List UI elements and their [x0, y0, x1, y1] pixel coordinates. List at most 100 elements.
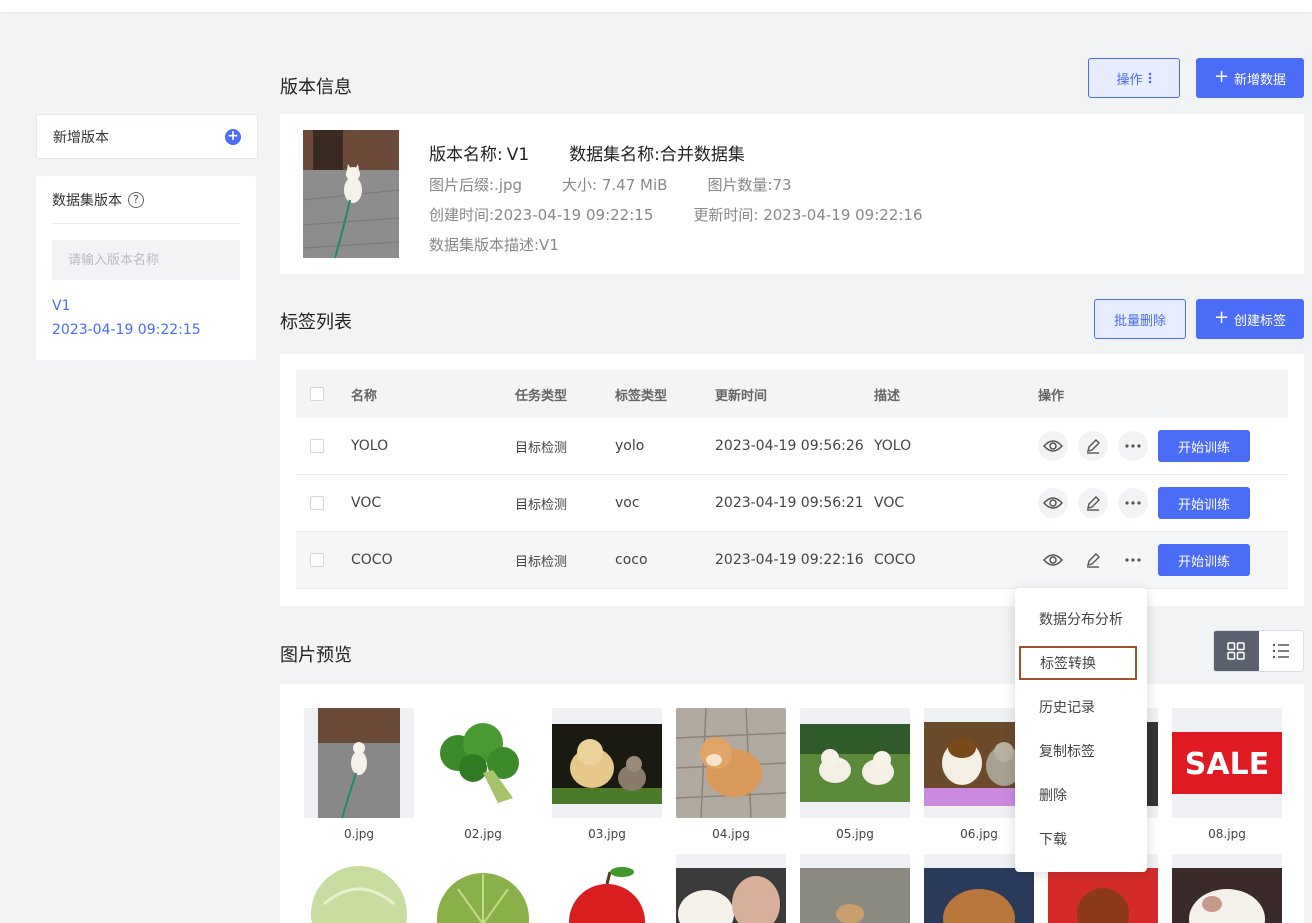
view-mode-toggle — [1213, 630, 1304, 672]
gallery-thumbnail — [800, 708, 910, 818]
version-info-title: 版本信息 — [280, 77, 352, 98]
create-label-button[interactable]: + 创建标签 — [1196, 299, 1304, 339]
gallery-filename: 0.jpg — [343, 827, 375, 841]
gallery-filename: 05.jpg — [836, 827, 874, 841]
dataset-version-panel: 数据集版本 ? V1 2023-04-19 09:22:15 — [36, 176, 256, 360]
dataset-size: 大小: 7.47 MiB — [562, 176, 668, 194]
gallery-item[interactable] — [428, 854, 538, 923]
menu-item-copy-label[interactable]: 复制标签 — [1015, 729, 1147, 773]
version-cover-image — [303, 130, 399, 258]
row-name: COCO — [351, 552, 393, 568]
col-actions: 操作 — [1038, 388, 1065, 404]
plus-icon: + — [1213, 66, 1230, 87]
list-view-icon[interactable] — [1259, 631, 1304, 671]
gallery-item[interactable]: 04.jpg — [676, 708, 786, 841]
actions-button[interactable]: 操作 — [1088, 58, 1180, 98]
gallery-filename: 02.jpg — [464, 827, 502, 841]
row-label-type: voc — [615, 495, 640, 511]
table-header: 名称 任务类型 标签类型 更新时间 描述 操作 — [296, 370, 1288, 418]
plus-icon: + — [1213, 307, 1230, 328]
gallery-thumbnail — [428, 708, 538, 818]
create-label-label: 创建标签 — [1234, 313, 1287, 329]
start-training-button[interactable]: 开始训练 — [1158, 544, 1250, 576]
gallery-thumbnail: SALE — [1172, 708, 1282, 818]
edit-pencil-icon[interactable] — [1078, 431, 1108, 461]
version-title-line: 版本名称: V1 数据集名称:合并数据集 — [429, 140, 745, 165]
gallery-thumbnail — [1172, 854, 1282, 923]
image-preview-title: 图片预览 — [280, 645, 352, 666]
menu-item-download[interactable]: 下载 — [1015, 817, 1147, 861]
svg-text:SALE: SALE — [1185, 747, 1269, 782]
row-updated: 2023-04-19 09:56:26 — [715, 438, 864, 454]
grid-view-icon[interactable] — [1214, 631, 1259, 671]
col-description: 描述 — [874, 388, 901, 404]
row-task-type: 目标检测 — [515, 440, 568, 456]
dataset-name-field: 数据集名称:合并数据集 — [569, 145, 745, 165]
batch-delete-label: 批量删除 — [1113, 313, 1166, 329]
version-meta-line-3: 数据集版本描述:V1 — [429, 234, 559, 255]
view-eye-icon[interactable] — [1038, 431, 1068, 461]
row-name: YOLO — [351, 438, 389, 454]
label-list-title: 标签列表 — [280, 312, 352, 333]
row-name: VOC — [351, 495, 382, 511]
top-bar — [0, 0, 1312, 12]
view-eye-icon[interactable] — [1038, 488, 1068, 518]
select-all-checkbox[interactable] — [310, 387, 324, 401]
actions-label: 操作 — [1116, 72, 1143, 88]
gallery-item[interactable]: SALE 08.jpg — [1172, 708, 1282, 841]
plus-circle-icon: + — [225, 128, 241, 145]
view-eye-icon[interactable] — [1038, 545, 1068, 575]
gallery-item[interactable]: 05.jpg — [800, 708, 910, 841]
gallery-thumbnail — [676, 708, 786, 818]
gallery-item[interactable] — [800, 854, 910, 923]
gallery-item[interactable] — [552, 854, 662, 923]
batch-delete-button[interactable]: 批量删除 — [1094, 299, 1186, 339]
version-info-card: 版本名称: V1 数据集名称:合并数据集 图片后缀:.jpg 大小: 7.47 M… — [280, 114, 1304, 274]
start-training-button[interactable]: 开始训练 — [1158, 487, 1250, 519]
menu-item-history[interactable]: 历史记录 — [1015, 685, 1147, 729]
edit-pencil-icon[interactable] — [1078, 488, 1108, 518]
image-suffix: 图片后缀:.jpg — [429, 176, 523, 194]
add-data-button[interactable]: + 新增数据 — [1196, 58, 1304, 98]
gallery-filename: 03.jpg — [588, 827, 626, 841]
menu-item-label-conversion[interactable]: 标签转换 — [1019, 646, 1137, 680]
label-table: 名称 任务类型 标签类型 更新时间 描述 操作 YOLO 目标检测 yolo 2… — [280, 354, 1304, 606]
more-horizontal-icon[interactable] — [1118, 431, 1148, 461]
add-version-button[interactable]: 新增版本 + — [36, 114, 258, 159]
col-task-type: 任务类型 — [515, 388, 568, 404]
add-version-label: 新增版本 — [53, 129, 109, 146]
row-updated: 2023-04-19 09:56:21 — [715, 495, 864, 511]
table-row: COCO 目标检测 coco 2023-04-19 09:22:16 COCO … — [296, 532, 1288, 589]
row-checkbox[interactable] — [310, 439, 324, 453]
gallery-thumbnail — [800, 854, 910, 923]
vertical-dots-icon — [1148, 72, 1151, 84]
start-training-button[interactable]: 开始训练 — [1158, 430, 1250, 462]
more-horizontal-icon[interactable] — [1118, 488, 1148, 518]
row-checkbox[interactable] — [310, 553, 324, 567]
gallery-item[interactable] — [1172, 854, 1282, 923]
add-data-label: 新增数据 — [1234, 72, 1287, 88]
menu-item-delete[interactable]: 删除 — [1015, 773, 1147, 817]
help-icon[interactable]: ? — [128, 191, 144, 208]
gallery-item[interactable] — [676, 854, 786, 923]
edit-pencil-icon[interactable] — [1078, 545, 1108, 575]
gallery-item[interactable]: 02.jpg — [428, 708, 538, 841]
version-date: 2023-04-19 09:22:15 — [52, 322, 201, 338]
gallery-item[interactable]: 0.jpg — [304, 708, 414, 841]
image-count: 图片数量:73 — [707, 176, 792, 194]
gallery-item[interactable] — [304, 854, 414, 923]
gallery-thumbnail — [304, 854, 414, 923]
version-search-input[interactable] — [52, 240, 240, 280]
gallery-thumbnail — [676, 854, 786, 923]
image-gallery: 0.jpg 02.jpg 03.jpg 04.jpg 05.jpg 06.jpg — [280, 684, 1304, 923]
more-horizontal-icon[interactable] — [1118, 545, 1148, 575]
row-checkbox[interactable] — [310, 496, 324, 510]
menu-item-data-distribution[interactable]: 数据分布分析 — [1015, 597, 1147, 641]
row-task-type: 目标检测 — [515, 554, 568, 570]
row-updated: 2023-04-19 09:22:16 — [715, 552, 864, 568]
version-description: 数据集版本描述:V1 — [429, 236, 559, 254]
row-task-type: 目标检测 — [515, 497, 568, 513]
more-actions-menu: 数据分布分析 标签转换 历史记录 复制标签 删除 下载 — [1015, 588, 1147, 872]
gallery-item[interactable]: 03.jpg — [552, 708, 662, 841]
version-list-item[interactable]: V1 2023-04-19 09:22:15 — [52, 294, 240, 342]
